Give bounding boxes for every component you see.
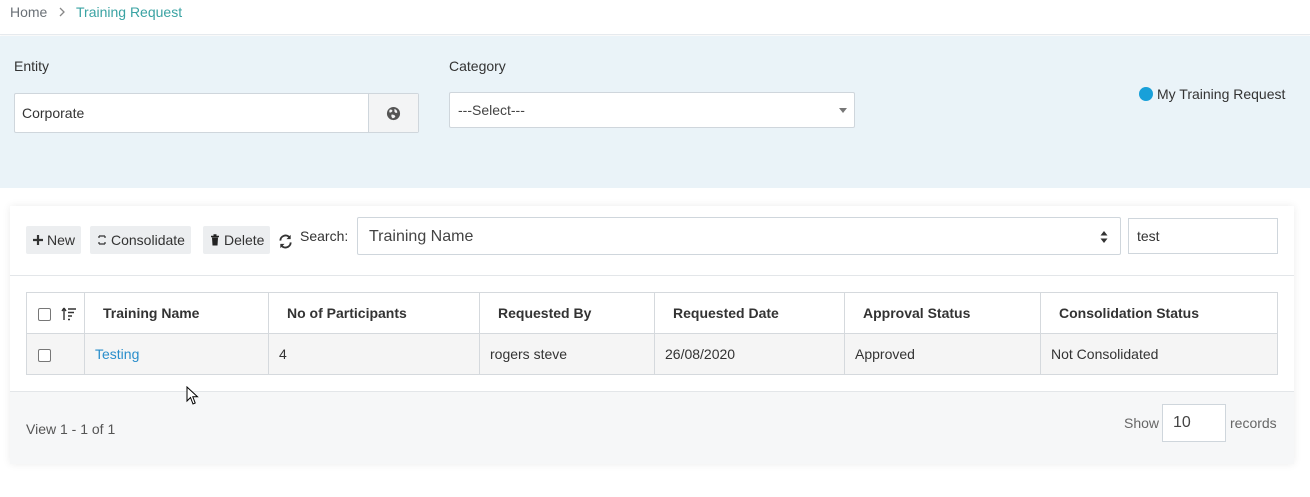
search-field-select[interactable]: Training Name: [357, 217, 1121, 255]
category-select[interactable]: ---Select---: [449, 92, 855, 128]
show-label: Show: [1124, 415, 1160, 431]
search-label: Search:: [300, 228, 349, 244]
entity-label: Entity: [14, 58, 50, 74]
category-label: Category: [449, 58, 506, 74]
training-request-card: New Consolidate Delete Search: Training …: [10, 206, 1294, 464]
column-header-training-name[interactable]: Training Name: [84, 292, 269, 334]
category-select-value: ---Select---: [458, 102, 525, 118]
entity-picker-button[interactable]: [368, 94, 418, 132]
header-select-cell: [26, 292, 85, 334]
cell-training-name: Testing: [84, 333, 269, 375]
delete-button[interactable]: Delete: [203, 226, 271, 254]
consolidate-icon: [98, 235, 106, 245]
chevron-right-icon: [59, 7, 65, 17]
breadcrumb-home-link[interactable]: Home: [10, 4, 47, 20]
toolbar: New Consolidate Delete Search: Training …: [10, 206, 1294, 276]
caret-down-icon: [839, 108, 847, 113]
search-input[interactable]: [1128, 218, 1278, 254]
delete-button-label: Delete: [224, 232, 265, 248]
cell-consolidation-status: Not Consolidated: [1040, 333, 1278, 375]
search-field-select-value: Training Name: [369, 228, 474, 245]
page-size-input[interactable]: [1162, 404, 1226, 442]
cell-approval-status: Approved: [844, 333, 1041, 375]
cell-requested-date: 26/08/2020: [654, 333, 845, 375]
new-button[interactable]: New: [26, 226, 82, 254]
my-training-request-radio[interactable]: My Training Request: [1139, 86, 1285, 102]
radio-selected-icon: [1139, 87, 1153, 101]
mouse-cursor-icon: [186, 386, 199, 405]
table-row[interactable]: Testing 4 rogers steve 26/08/2020 Approv…: [26, 333, 1278, 375]
training-name-link[interactable]: Testing: [95, 346, 139, 362]
table-header-row: Training Name No of Participants Request…: [26, 292, 1278, 334]
consolidate-button[interactable]: Consolidate: [90, 226, 191, 254]
select-updown-icon: [1100, 231, 1108, 243]
row-checkbox[interactable]: [38, 348, 51, 362]
cell-requested-by: rogers steve: [479, 333, 655, 375]
sort-icon[interactable]: [61, 307, 77, 321]
breadcrumb: Home Training Request: [0, 0, 1310, 35]
training-request-table: Training Name No of Participants Request…: [26, 292, 1278, 375]
breadcrumb-current: Training Request: [76, 4, 183, 20]
column-header-participants[interactable]: No of Participants: [268, 292, 480, 334]
column-header-requested-date[interactable]: Requested Date: [654, 292, 845, 334]
column-header-consolidation-status[interactable]: Consolidation Status: [1040, 292, 1278, 334]
my-training-request-label: My Training Request: [1157, 86, 1286, 102]
filter-panel: Entity Category ---Select--- My Training…: [0, 36, 1310, 188]
new-button-label: New: [47, 232, 76, 248]
trash-icon: [211, 234, 219, 246]
column-header-approval-status[interactable]: Approval Status: [844, 292, 1041, 334]
cell-participants: 4: [268, 333, 480, 375]
row-select-cell: [26, 333, 85, 375]
column-header-requested-by[interactable]: Requested By: [479, 292, 655, 334]
consolidate-button-label: Consolidate: [111, 232, 185, 248]
pagination-footer: View 1 - 1 of 1 Show records: [10, 391, 1294, 464]
record-range-text: View 1 - 1 of 1: [26, 421, 116, 437]
entity-field-group: [14, 93, 419, 133]
select-all-checkbox[interactable]: [38, 307, 51, 321]
globe-icon: [386, 106, 401, 120]
plus-icon: [33, 235, 43, 245]
entity-input[interactable]: [15, 94, 370, 132]
refresh-icon[interactable]: [277, 233, 294, 250]
records-label: records: [1230, 415, 1277, 431]
